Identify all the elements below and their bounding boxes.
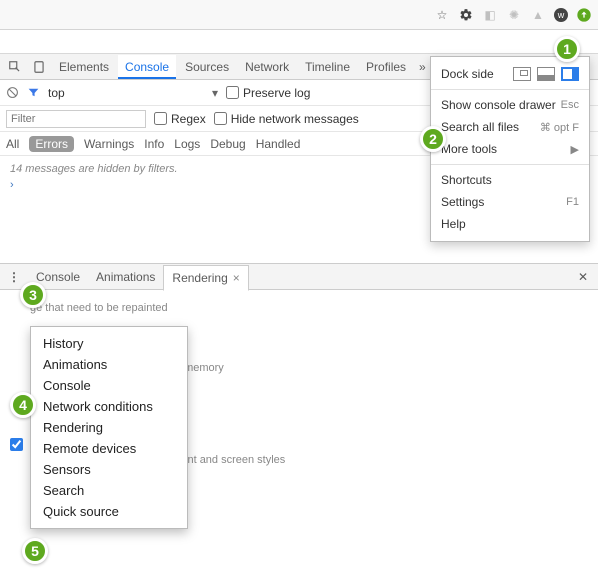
drawer-menu-sensors[interactable]: Sensors: [31, 459, 187, 480]
level-all[interactable]: All: [6, 137, 19, 151]
menu-shortcuts[interactable]: Shortcuts: [431, 169, 589, 191]
extension-icon[interactable]: ◧: [482, 7, 498, 23]
level-info[interactable]: Info: [144, 137, 164, 151]
chevron-right-icon: ▶: [571, 143, 579, 156]
callout-badge-1: 1: [554, 36, 580, 62]
drawer-menu-quick-source[interactable]: Quick source: [31, 501, 187, 522]
callout-badge-4: 4: [10, 392, 36, 418]
extension-icon-3[interactable]: ▲: [530, 7, 546, 23]
context-select[interactable]: top ▾: [48, 86, 218, 100]
menu-show-console-drawer[interactable]: Show console drawerEsc: [431, 94, 589, 116]
preserve-log-input[interactable]: [226, 86, 239, 99]
rendering-option: ge that need to be repainted: [30, 302, 582, 314]
regex-label: Regex: [171, 112, 206, 126]
drawer-tab-rendering[interactable]: Rendering ×: [163, 265, 248, 291]
drawer-tab-rendering-label: Rendering: [172, 271, 227, 285]
drawer-menu-rendering[interactable]: Rendering: [31, 417, 187, 438]
drawer-menu-animations[interactable]: Animations: [31, 354, 187, 375]
menu-help[interactable]: Help: [431, 213, 589, 235]
tab-timeline[interactable]: Timeline: [298, 55, 357, 79]
filter-input[interactable]: [6, 110, 146, 128]
drawer-menu-remote-devices[interactable]: Remote devices: [31, 438, 187, 459]
browser-toolbar: ☆ ◧ ✺ ▲ w: [0, 0, 598, 30]
star-icon[interactable]: ☆: [434, 7, 450, 23]
close-tab-icon[interactable]: ×: [233, 271, 240, 285]
level-warnings[interactable]: Warnings: [84, 137, 134, 151]
preserve-log-label: Preserve log: [243, 86, 310, 100]
option-sub: ge that need to be repainted: [30, 302, 582, 314]
gear-icon[interactable]: [458, 7, 474, 23]
callout-badge-3: 3: [20, 282, 46, 308]
dock-right-icon[interactable]: [561, 67, 579, 81]
level-errors[interactable]: Errors: [29, 136, 74, 152]
chevron-down-icon: ▾: [212, 86, 218, 100]
dock-bottom-icon[interactable]: [537, 67, 555, 81]
drawer-menu-history[interactable]: History: [31, 333, 187, 354]
drawer-tab-animations[interactable]: Animations: [88, 265, 163, 289]
clear-icon[interactable]: [6, 86, 19, 99]
level-handled[interactable]: Handled: [256, 137, 301, 151]
device-toggle-icon[interactable]: [28, 57, 50, 77]
drawer-tabs: ⋮ Console Animations Rendering × ✕: [0, 264, 598, 290]
drawer-menu-network-conditions[interactable]: Network conditions: [31, 396, 187, 417]
devtools-settings-menu: Dock side Show console drawerEsc Search …: [430, 56, 590, 242]
tab-network[interactable]: Network: [238, 55, 296, 79]
drawer-close-icon[interactable]: ✕: [568, 270, 598, 284]
hide-network-checkbox[interactable]: Hide network messages: [214, 112, 359, 126]
menu-more-tools[interactable]: More tools▶: [431, 138, 589, 160]
filter-funnel-icon[interactable]: [27, 86, 40, 99]
callout-badge-2: 2: [420, 126, 446, 152]
level-logs[interactable]: Logs: [174, 137, 200, 151]
dock-side-row: Dock side: [431, 63, 589, 85]
upload-icon[interactable]: [576, 7, 592, 23]
preserve-log-checkbox[interactable]: Preserve log: [226, 86, 310, 100]
level-debug[interactable]: Debug: [210, 137, 245, 151]
callout-badge-5: 5: [22, 538, 48, 564]
menu-settings[interactable]: SettingsF1: [431, 191, 589, 213]
menu-search-all-files[interactable]: Search all files⌘ opt F: [431, 116, 589, 138]
drawer-menu-console[interactable]: Console: [31, 375, 187, 396]
dock-side-label: Dock side: [441, 67, 494, 81]
regex-checkbox[interactable]: Regex: [154, 112, 206, 126]
drawer-menu-search[interactable]: Search: [31, 480, 187, 501]
tab-sources[interactable]: Sources: [178, 55, 236, 79]
tab-elements[interactable]: Elements: [52, 55, 116, 79]
context-value: top: [48, 86, 65, 100]
chevron-right-icon[interactable]: »: [415, 57, 430, 77]
hidden-messages-text: 14 messages are hidden by filters.: [10, 163, 178, 175]
extension-icon-w[interactable]: w: [554, 8, 568, 22]
extension-icon-2[interactable]: ✺: [506, 7, 522, 23]
hide-network-label: Hide network messages: [231, 112, 359, 126]
drawer-more-menu: History Animations Console Network condi…: [30, 326, 188, 529]
inspect-icon[interactable]: [4, 57, 26, 77]
drawer-kebab-icon[interactable]: ⋮: [0, 270, 28, 284]
tab-console[interactable]: Console: [118, 55, 176, 79]
tab-profiles[interactable]: Profiles: [359, 55, 413, 79]
emulate-checkbox[interactable]: [10, 438, 23, 451]
dock-undock-icon[interactable]: [513, 67, 531, 81]
